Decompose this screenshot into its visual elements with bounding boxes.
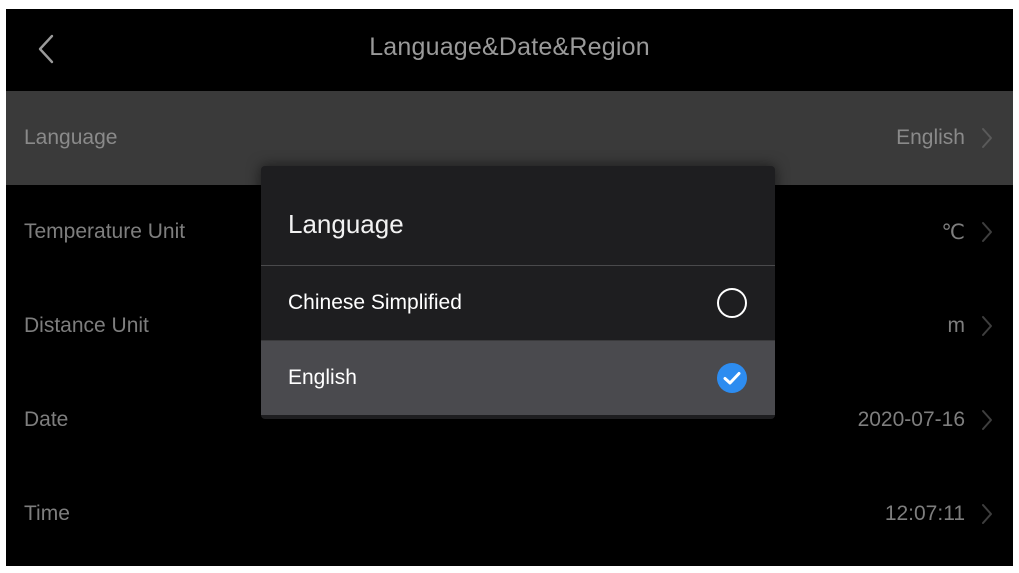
- chevron-right-icon: [979, 220, 995, 244]
- setting-label: Temperature Unit: [24, 220, 186, 243]
- chevron-right-icon: [979, 408, 995, 432]
- setting-value-group: ℃: [941, 220, 995, 245]
- chevron-right-icon: [979, 126, 995, 150]
- setting-label: Language: [24, 126, 118, 149]
- option-label: English: [288, 366, 357, 389]
- language-option-chinese-simplified[interactable]: Chinese Simplified: [261, 266, 775, 340]
- language-dialog: Language Chinese Simplified English: [261, 166, 775, 419]
- setting-value: ℃: [941, 220, 965, 244]
- setting-value-group: 12:07:11: [885, 502, 995, 526]
- setting-value: m: [947, 314, 966, 337]
- setting-label: Distance Unit: [24, 314, 149, 337]
- setting-row-time[interactable]: Time 12:07:11: [6, 467, 1013, 561]
- radio-unchecked-icon[interactable]: [716, 287, 748, 319]
- setting-value-group: m: [948, 314, 996, 338]
- setting-value: English: [896, 126, 965, 149]
- option-label: Chinese Simplified: [288, 291, 462, 314]
- setting-value: 12:07:11: [884, 502, 965, 525]
- setting-value-group: English: [896, 126, 995, 150]
- setting-label: Date: [24, 408, 69, 431]
- radio-checked-icon[interactable]: [716, 362, 748, 394]
- setting-label: Time: [24, 502, 70, 525]
- chevron-right-icon: [979, 314, 995, 338]
- chevron-right-icon: [979, 502, 995, 526]
- page-title: Language&Date&Region: [369, 33, 650, 61]
- header-bar: Language&Date&Region: [6, 9, 1013, 91]
- dialog-title: Language: [288, 209, 404, 239]
- language-option-english[interactable]: English: [261, 341, 775, 415]
- settings-screen: Language&Date&Region Language English Te…: [6, 9, 1013, 566]
- setting-value-group: 2020-07-16: [858, 408, 995, 432]
- setting-value: 2020-07-16: [857, 408, 965, 431]
